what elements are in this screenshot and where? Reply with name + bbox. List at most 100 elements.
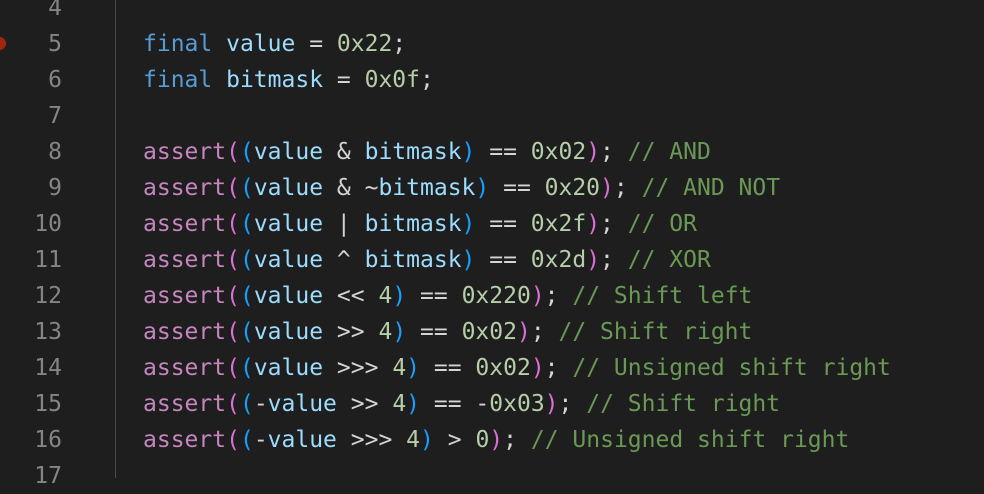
line-number[interactable]: 5 xyxy=(0,26,62,62)
code-text: assert((-value >> 4) == -0x03); // Shift… xyxy=(143,386,780,422)
code-line[interactable]: 5 final value = 0x22; xyxy=(0,26,984,62)
code-token: // Shift right xyxy=(558,319,753,345)
code-token: ) xyxy=(461,211,476,237)
code-token: 0x2d xyxy=(530,247,587,273)
code-token: ( xyxy=(226,319,240,345)
code-token: ; xyxy=(558,391,587,417)
code-token: // XOR xyxy=(627,247,711,273)
code-line[interactable]: 10 assert((value | bitmask) == 0x2f); // … xyxy=(0,206,984,242)
code-token: ( xyxy=(239,175,254,201)
code-token: ; xyxy=(613,175,642,201)
code-line[interactable]: 13 assert((value >> 4) == 0x02); // Shift… xyxy=(0,314,984,350)
code-token: // AND xyxy=(627,139,711,165)
code-token: ; xyxy=(600,247,628,273)
code-token: == xyxy=(420,391,476,417)
line-number[interactable]: 15 xyxy=(0,386,62,422)
code-token: - xyxy=(253,427,268,453)
code-token: value xyxy=(253,283,324,309)
code-token: ) xyxy=(392,283,407,309)
code-token: ) xyxy=(600,175,614,201)
code-text: assert((value << 4) == 0x220); // Shift … xyxy=(143,278,752,314)
code-token: ( xyxy=(226,391,240,417)
code-token: 0x20 xyxy=(544,175,601,201)
code-token: ( xyxy=(226,211,240,237)
line-number[interactable]: 11 xyxy=(0,242,62,278)
code-line[interactable]: 7 xyxy=(0,98,984,134)
code-token: ; xyxy=(600,211,628,237)
code-token: ; xyxy=(530,319,559,345)
code-editor[interactable]: 4 5 final value = 0x22; 6 final bitmask = 0x… xyxy=(0,0,984,489)
code-line[interactable]: 17 xyxy=(0,458,984,494)
code-token: 0x03 xyxy=(489,391,545,417)
code-token: == xyxy=(489,175,545,201)
code-token: ( xyxy=(239,283,254,309)
code-token: value xyxy=(253,211,324,237)
code-token: ) xyxy=(586,211,601,237)
code-line[interactable]: 11 assert((value ^ bitmask) == 0x2d); // … xyxy=(0,242,984,278)
code-token: >> xyxy=(323,319,379,345)
code-token: // Shift right xyxy=(586,391,781,417)
code-token: assert xyxy=(143,391,227,417)
code-text: assert((value ^ bitmask) == 0x2d); // XO… xyxy=(143,242,711,278)
line-number[interactable]: 14 xyxy=(0,350,62,386)
code-token: = xyxy=(295,31,337,57)
code-token: | xyxy=(323,211,365,237)
line-number[interactable]: 9 xyxy=(0,170,62,206)
code-token: 0x2f xyxy=(530,211,587,237)
line-number[interactable]: 8 xyxy=(0,134,62,170)
line-number[interactable]: 13 xyxy=(0,314,62,350)
code-token: assert xyxy=(143,283,227,309)
code-token: ; xyxy=(392,31,407,57)
code-token: value xyxy=(253,319,324,345)
line-number[interactable]: 6 xyxy=(0,62,62,98)
code-token: final xyxy=(143,67,213,93)
code-token: // OR xyxy=(627,211,697,237)
line-number[interactable]: 7 xyxy=(0,98,62,134)
code-token: << xyxy=(323,283,379,309)
code-token: ) xyxy=(461,139,476,165)
code-token: ) xyxy=(406,391,421,417)
code-token: value xyxy=(267,391,337,417)
code-token: ) xyxy=(586,247,601,273)
code-token: assert xyxy=(143,175,227,201)
code-token: 0x0f xyxy=(364,67,420,93)
code-token: ( xyxy=(239,211,254,237)
code-token: & ~ xyxy=(323,175,379,201)
code-token: ; xyxy=(503,427,531,453)
code-line[interactable]: 6 final bitmask = 0x0f; xyxy=(0,62,984,98)
code-token: ( xyxy=(226,355,240,381)
code-token: ) xyxy=(586,139,601,165)
code-line[interactable]: 12 assert((value << 4) == 0x220); // Shif… xyxy=(0,278,984,314)
code-token: ( xyxy=(239,319,254,345)
code-token: // Unsigned shift right xyxy=(572,355,891,381)
line-number[interactable]: 12 xyxy=(0,278,62,314)
code-token: ; xyxy=(600,139,628,165)
line-number[interactable]: 16 xyxy=(0,422,62,458)
code-line[interactable]: 15 assert((-value >> 4) == -0x03); // Shi… xyxy=(0,386,984,422)
code-token: ; xyxy=(544,283,573,309)
code-token: == xyxy=(420,355,476,381)
code-token: ( xyxy=(226,427,240,453)
code-token: 4 xyxy=(378,319,393,345)
code-line[interactable]: 16 assert((-value >>> 4) > 0); // Unsigne… xyxy=(0,422,984,458)
code-text: assert((value & bitmask) == 0x02); // AN… xyxy=(143,134,711,170)
line-number[interactable]: 17 xyxy=(0,458,62,494)
code-text: assert((value | bitmask) == 0x2f); // OR xyxy=(143,206,697,242)
code-line[interactable]: 8 assert((value & bitmask) == 0x02); // A… xyxy=(0,134,984,170)
code-line[interactable]: 4 xyxy=(0,0,984,26)
code-text: assert((value & ~bitmask) == 0x20); // A… xyxy=(143,170,780,206)
code-line[interactable]: 14 assert((value >>> 4) == 0x02); // Unsi… xyxy=(0,350,984,386)
line-number[interactable]: 4 xyxy=(0,0,62,26)
code-token: bitmask xyxy=(378,175,476,201)
code-token: 0x02 xyxy=(475,355,531,381)
code-token: - xyxy=(253,391,268,417)
code-token: ) xyxy=(392,319,407,345)
code-line[interactable]: 9 assert((value & ~bitmask) == 0x20); // … xyxy=(0,170,984,206)
code-token: == xyxy=(406,319,462,345)
code-token: 0 xyxy=(475,427,490,453)
code-token: > xyxy=(433,427,476,453)
line-number[interactable]: 10 xyxy=(0,206,62,242)
code-token: value xyxy=(253,247,324,273)
